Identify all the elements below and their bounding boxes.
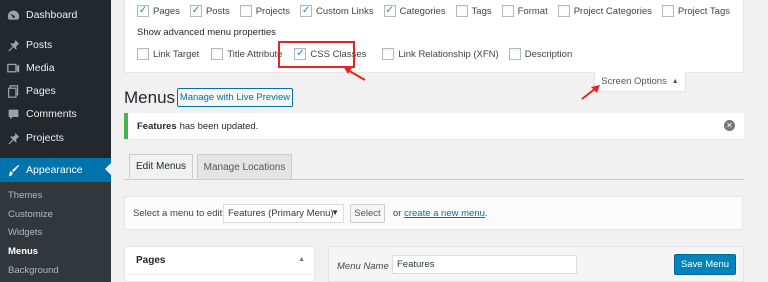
sidebar-item-label: Comments bbox=[26, 108, 77, 120]
advanced-properties-row: Link Target Title Attribute ✓ CSS Classes… bbox=[137, 48, 582, 60]
notice-text: has been updated. bbox=[179, 120, 259, 132]
menu-boxes-row: ✓ Pages ✓ Posts Projects ✓ Custom Links ✓ Ca… bbox=[137, 5, 740, 17]
checkbox-link-relationship[interactable]: Link Relationship (XFN) bbox=[382, 48, 499, 60]
pin-icon bbox=[6, 38, 20, 52]
dashboard-icon bbox=[6, 8, 20, 22]
submenu-item-customize[interactable]: Customize bbox=[8, 209, 53, 220]
css-classes-highlight-box bbox=[278, 41, 355, 68]
checkbox-title-attribute[interactable]: Title Attribute bbox=[211, 48, 282, 60]
checkbox-checked[interactable]: ✓ bbox=[383, 5, 396, 17]
pages-accordion-title: Pages bbox=[136, 255, 166, 266]
checkbox-pages[interactable]: ✓ Pages bbox=[137, 5, 180, 17]
advanced-properties-heading: Show advanced menu properties bbox=[137, 27, 276, 38]
screen-options-toggle[interactable]: Screen Options ▲ bbox=[594, 72, 686, 92]
checkbox-checked[interactable]: ✓ bbox=[137, 5, 149, 17]
sidebar-item-projects[interactable]: Projects bbox=[0, 127, 111, 149]
select-menu-label: Select a menu to edit: bbox=[133, 208, 225, 219]
checkbox-unchecked[interactable] bbox=[661, 5, 674, 17]
screen-options-panel: ✓ Pages ✓ Posts Projects ✓ Custom Links ✓ Ca… bbox=[124, 0, 744, 73]
pages-accordion-header[interactable]: Pages ▲ bbox=[125, 247, 314, 275]
pin-icon bbox=[6, 131, 20, 145]
checkbox-checked[interactable]: ✓ bbox=[189, 5, 202, 17]
caret-up-icon: ▲ bbox=[298, 256, 305, 263]
sidebar-item-media[interactable]: Media bbox=[0, 57, 111, 79]
checkbox-categories[interactable]: ✓ Categories bbox=[383, 5, 446, 17]
checkbox-tags[interactable]: Tags bbox=[455, 5, 492, 17]
menu-header-panel: Menu Name Save Menu bbox=[328, 246, 744, 282]
pages-accordion: Pages ▲ bbox=[124, 246, 315, 282]
save-menu-button[interactable]: Save Menu bbox=[674, 254, 736, 275]
submenu-item-widgets[interactable]: Widgets bbox=[8, 227, 42, 238]
dismiss-icon[interactable]: ✕ bbox=[724, 120, 735, 131]
pages-icon bbox=[6, 84, 20, 98]
select-button[interactable]: Select bbox=[350, 204, 385, 223]
checkbox-unchecked[interactable] bbox=[239, 5, 252, 17]
manage-live-preview-button[interactable]: Manage with Live Preview bbox=[177, 88, 293, 107]
sidebar-item-label: Dashboard bbox=[26, 9, 78, 21]
sidebar-item-posts[interactable]: Posts bbox=[0, 34, 111, 56]
dropdown-arrow-icon: ▼ bbox=[331, 208, 339, 217]
sidebar-item-label: Posts bbox=[26, 39, 53, 51]
submenu-item-themes[interactable]: Themes bbox=[8, 190, 42, 201]
menu-select-value: Features (Primary Menu) bbox=[228, 208, 334, 219]
checkbox-unchecked[interactable] bbox=[501, 5, 514, 17]
admin-sidebar: Dashboard Posts Media Pages Comments Pro… bbox=[0, 0, 111, 282]
checkbox-project-categories[interactable]: Project Categories bbox=[557, 5, 652, 17]
sidebar-item-dashboard[interactable]: Dashboard bbox=[0, 4, 111, 26]
tab-edit-menus[interactable]: Edit Menus bbox=[129, 154, 193, 179]
checkbox-unchecked[interactable] bbox=[137, 48, 149, 60]
checkbox-unchecked[interactable] bbox=[508, 48, 521, 60]
checkbox-format[interactable]: Format bbox=[501, 5, 548, 17]
comment-icon bbox=[6, 107, 20, 121]
menu-name-label: Menu Name bbox=[337, 261, 389, 272]
checkbox-unchecked[interactable] bbox=[557, 5, 570, 17]
caret-up-icon: ▲ bbox=[671, 78, 679, 85]
sidebar-item-appearance[interactable]: Appearance bbox=[0, 158, 111, 182]
select-menu-bar: Select a menu to edit: Features (Primary… bbox=[124, 196, 743, 230]
sidebar-item-label: Projects bbox=[26, 132, 64, 144]
create-new-menu-link[interactable]: create a new menu bbox=[404, 208, 485, 219]
checkbox-unchecked[interactable] bbox=[211, 48, 224, 60]
brush-icon bbox=[6, 163, 20, 177]
checkbox-unchecked[interactable] bbox=[455, 5, 468, 17]
checkbox-checked[interactable]: ✓ bbox=[300, 5, 313, 17]
notice-menu-name: Features bbox=[137, 120, 177, 132]
sidebar-item-label: Media bbox=[26, 62, 55, 74]
sidebar-item-comments[interactable]: Comments bbox=[0, 103, 111, 125]
page-title: Menus bbox=[124, 88, 176, 107]
sidebar-item-label: Appearance bbox=[26, 164, 83, 176]
menu-select-dropdown[interactable]: Features (Primary Menu) ▼ bbox=[223, 204, 344, 223]
sidebar-item-label: Pages bbox=[26, 85, 56, 97]
media-icon bbox=[6, 61, 20, 75]
checkbox-projects[interactable]: Projects bbox=[239, 5, 290, 17]
checkbox-custom-links[interactable]: ✓ Custom Links bbox=[300, 5, 374, 17]
screen-options-label: Screen Options bbox=[601, 76, 667, 87]
submenu-item-background[interactable]: Background bbox=[8, 265, 59, 276]
tab-manage-locations[interactable]: Manage Locations bbox=[197, 154, 292, 179]
tabs-divider bbox=[124, 179, 744, 180]
update-notice: Features has been updated. ✕ bbox=[124, 113, 744, 139]
checkbox-posts[interactable]: ✓ Posts bbox=[189, 5, 230, 17]
menu-name-input[interactable] bbox=[392, 255, 577, 274]
checkbox-unchecked[interactable] bbox=[382, 48, 395, 60]
checkbox-link-target[interactable]: Link Target bbox=[137, 48, 199, 60]
submenu-item-menus[interactable]: Menus bbox=[8, 246, 38, 257]
checkbox-description[interactable]: Description bbox=[508, 48, 572, 60]
checkbox-project-tags[interactable]: Project Tags bbox=[661, 5, 730, 17]
create-menu-text: or create a new menu. bbox=[393, 208, 488, 219]
appearance-submenu: Themes Customize Widgets Menus Backgroun… bbox=[0, 182, 111, 282]
sidebar-item-pages[interactable]: Pages bbox=[0, 80, 111, 102]
